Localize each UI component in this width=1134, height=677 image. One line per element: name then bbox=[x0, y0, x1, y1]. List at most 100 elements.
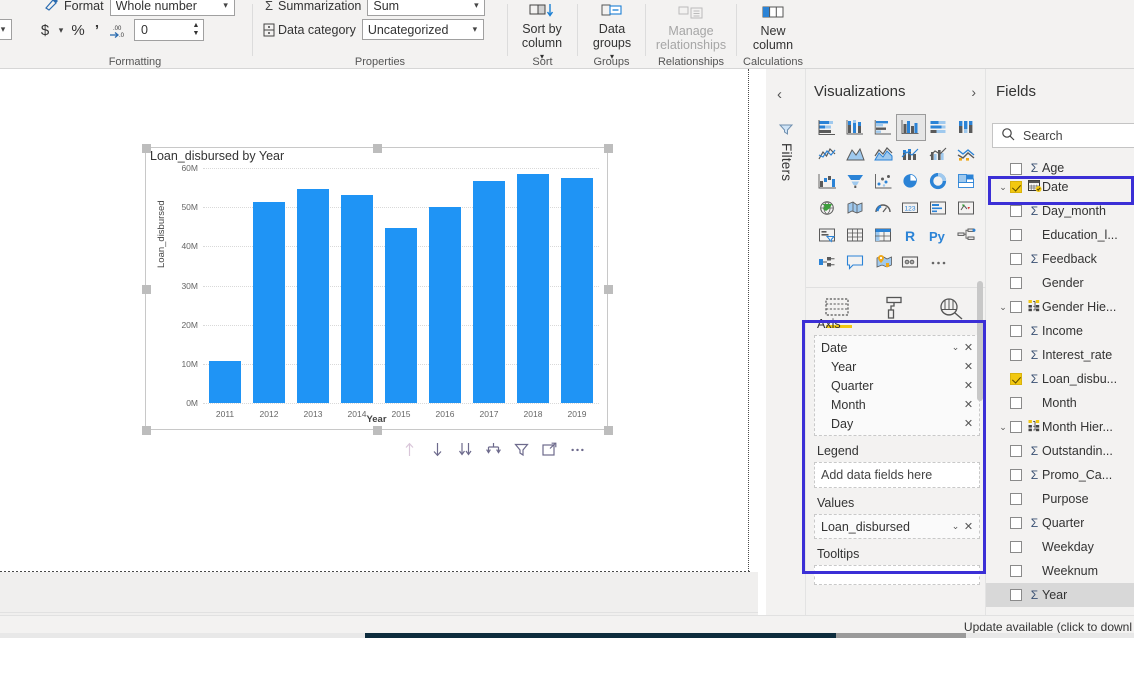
donut-chart-icon[interactable] bbox=[925, 169, 953, 194]
field-checkbox[interactable] bbox=[1010, 517, 1022, 529]
new-column-button[interactable]: New column bbox=[741, 2, 805, 56]
bar-2016[interactable] bbox=[428, 206, 462, 403]
slicer-icon[interactable] bbox=[814, 223, 842, 248]
data-category-dropdown[interactable]: Uncategorized ▾ bbox=[361, 19, 484, 40]
clustered-bar-chart-icon[interactable] bbox=[869, 115, 897, 140]
hierarchy-drill-icon[interactable] bbox=[486, 440, 501, 458]
remove-field-icon[interactable]: ✕ bbox=[962, 520, 975, 533]
field-row-month[interactable]: Month bbox=[986, 391, 1134, 415]
chevron-down-icon[interactable]: ⌄ bbox=[949, 342, 962, 353]
bar-chart-visual[interactable]: Loan_disbursed by Year Loan_disbursed 60… bbox=[146, 148, 607, 429]
kpi-icon[interactable] bbox=[952, 196, 980, 221]
remove-field-icon[interactable]: ✕ bbox=[962, 360, 975, 373]
expand-chevron-icon[interactable]: › bbox=[971, 84, 976, 100]
100-percent-stacked-column-icon[interactable] bbox=[952, 115, 980, 140]
multi-row-card-icon[interactable] bbox=[925, 196, 953, 221]
field-checkbox[interactable] bbox=[1010, 181, 1022, 193]
field-row-education_l[interactable]: Education_l... bbox=[986, 223, 1134, 247]
update-available-link[interactable]: Update available (click to downl bbox=[964, 620, 1132, 634]
line-and-stacked-column-icon[interactable] bbox=[897, 142, 925, 167]
currency-chevron-down-icon[interactable]: ▾ bbox=[54, 25, 68, 36]
map-icon[interactable] bbox=[814, 196, 842, 221]
remove-field-icon[interactable]: ✕ bbox=[962, 379, 975, 392]
stacked-bar-chart-icon[interactable] bbox=[814, 115, 842, 140]
well-field-year[interactable]: Year ✕ bbox=[815, 357, 979, 376]
fields-search-box[interactable]: Search bbox=[992, 123, 1134, 148]
100-percent-stacked-bar-icon[interactable] bbox=[925, 115, 953, 140]
field-row-income[interactable]: Σ Income bbox=[986, 319, 1134, 343]
field-checkbox[interactable] bbox=[1010, 349, 1022, 361]
filled-map-icon[interactable] bbox=[842, 196, 870, 221]
field-row-genderhie[interactable]: ⌄ Gender Hie... bbox=[986, 295, 1134, 319]
thousands-separator-icon[interactable]: ’ bbox=[88, 22, 106, 39]
ribbon-chart-icon[interactable] bbox=[952, 142, 980, 167]
bar-2012[interactable] bbox=[252, 202, 286, 403]
expand-all-down-icon[interactable] bbox=[458, 440, 473, 458]
bar-2018[interactable] bbox=[516, 174, 550, 403]
key-influencers-icon[interactable] bbox=[814, 250, 842, 275]
field-checkbox[interactable] bbox=[1010, 421, 1022, 433]
field-checkbox[interactable] bbox=[1010, 163, 1022, 175]
gauge-icon[interactable] bbox=[869, 196, 897, 221]
funnel-chart-icon[interactable] bbox=[842, 169, 870, 194]
manage-relationships-button[interactable]: Manage relationships bbox=[656, 2, 726, 56]
well-field-quarter[interactable]: Quarter ✕ bbox=[815, 376, 979, 395]
field-row-date[interactable]: ⌄ Date bbox=[986, 175, 1134, 199]
expand-chevron-icon[interactable]: ⌄ bbox=[996, 422, 1010, 433]
sort-by-column-button[interactable]: Sort by column ▾ bbox=[510, 2, 574, 61]
remove-field-icon[interactable]: ✕ bbox=[962, 398, 975, 411]
bar-2014[interactable] bbox=[340, 195, 374, 403]
left-partial-combo[interactable]: ▾ bbox=[0, 19, 12, 40]
field-checkbox[interactable] bbox=[1010, 541, 1022, 553]
collapse-chevron-icon[interactable]: ‹ bbox=[777, 86, 782, 103]
decrease-decimal-icon[interactable]: .00.0 bbox=[106, 23, 128, 38]
field-row-interest_rate[interactable]: Σ Interest_rate bbox=[986, 343, 1134, 367]
pie-chart-icon[interactable] bbox=[897, 169, 925, 194]
field-row-year[interactable]: Σ Year bbox=[986, 583, 1134, 607]
field-checkbox[interactable] bbox=[1010, 301, 1022, 313]
arcgis-map-icon[interactable] bbox=[869, 250, 897, 275]
well-dropzone-tooltips[interactable] bbox=[814, 565, 980, 585]
field-row-monthhier[interactable]: ⌄ Month Hier... bbox=[986, 415, 1134, 439]
stacked-column-chart-icon[interactable] bbox=[842, 115, 870, 140]
percent-icon[interactable]: % bbox=[68, 22, 88, 39]
field-row-purpose[interactable]: Purpose bbox=[986, 487, 1134, 511]
field-checkbox[interactable] bbox=[1010, 565, 1022, 577]
bar-2011[interactable] bbox=[208, 361, 242, 403]
well-dropzone-axis[interactable]: Date ⌄ ✕ Year ✕ Quarter ✕ Month ✕ Day ✕ bbox=[814, 335, 980, 436]
data-groups-button[interactable]: Data groups ▾ bbox=[580, 2, 644, 61]
bar-2017[interactable] bbox=[472, 180, 506, 403]
paginated-report-icon[interactable] bbox=[897, 250, 925, 275]
format-dropdown[interactable]: Whole number ▾ bbox=[109, 0, 235, 16]
field-checkbox[interactable] bbox=[1010, 445, 1022, 457]
expand-chevron-icon[interactable]: ⌄ bbox=[996, 302, 1010, 313]
field-checkbox[interactable] bbox=[1010, 397, 1022, 409]
stacked-area-chart-icon[interactable] bbox=[869, 142, 897, 167]
q-and-a-icon[interactable] bbox=[842, 250, 870, 275]
field-row-weekday[interactable]: Weekday bbox=[986, 535, 1134, 559]
matrix-icon[interactable] bbox=[869, 223, 897, 248]
fields-list[interactable]: Σ Age ⌄ Date Σ Day_month Education_l... Σ Feedba… bbox=[986, 157, 1134, 677]
well-dropzone-legend[interactable]: Add data fields here bbox=[814, 462, 980, 488]
filter-icon[interactable] bbox=[514, 440, 529, 458]
decomposition-tree-icon[interactable] bbox=[952, 223, 980, 248]
drill-down-icon[interactable] bbox=[430, 440, 445, 458]
field-row-feedback[interactable]: Σ Feedback bbox=[986, 247, 1134, 271]
summarization-dropdown[interactable]: Sum ▾ bbox=[367, 0, 486, 16]
field-row-quarter[interactable]: Σ Quarter bbox=[986, 511, 1134, 535]
well-field-loan_disbursed[interactable]: Loan_disbursed ⌄ ✕ bbox=[815, 517, 979, 536]
card-icon[interactable]: 123 bbox=[897, 196, 925, 221]
visual-header-toolbar[interactable] bbox=[402, 437, 607, 461]
field-checkbox[interactable] bbox=[1010, 589, 1022, 601]
field-checkbox[interactable] bbox=[1010, 253, 1022, 265]
r-script-visual-icon[interactable]: R bbox=[897, 223, 925, 248]
bar-2019[interactable] bbox=[560, 177, 594, 403]
field-row-day_month[interactable]: Σ Day_month bbox=[986, 199, 1134, 223]
remove-field-icon[interactable]: ✕ bbox=[962, 417, 975, 430]
field-row-loan_disbu[interactable]: Σ Loan_disbu... bbox=[986, 367, 1134, 391]
stepper-arrows[interactable]: ▲ ▼ bbox=[189, 20, 203, 40]
field-checkbox[interactable] bbox=[1010, 277, 1022, 289]
well-dropzone-values[interactable]: Loan_disbursed ⌄ ✕ bbox=[814, 514, 980, 539]
treemap-icon[interactable] bbox=[952, 169, 980, 194]
field-row-weeknum[interactable]: Weeknum bbox=[986, 559, 1134, 583]
